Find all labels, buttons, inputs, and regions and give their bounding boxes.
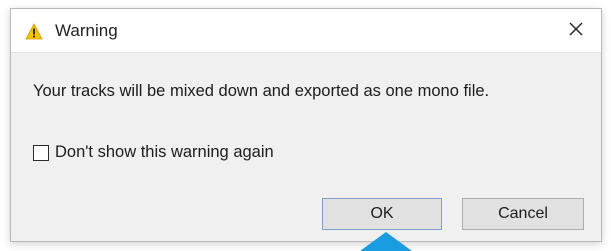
dont-show-again-label[interactable]: Don't show this warning again (55, 143, 274, 162)
screenshot-canvas: Warning Your tracks will be mixed down a… (0, 0, 611, 251)
ok-button[interactable]: OK (322, 198, 442, 230)
dialog-title: Warning (55, 21, 118, 40)
dialog-message: Your tracks will be mixed down and expor… (33, 82, 490, 100)
dont-show-again-checkbox[interactable] (33, 144, 49, 161)
pointer-arrow-icon (360, 232, 412, 251)
dialog-titlebar: Warning (11, 9, 601, 53)
cancel-button[interactable]: Cancel (462, 198, 584, 230)
dont-show-again-option[interactable]: Don't show this warning again (33, 143, 274, 162)
warning-triangle-icon (25, 23, 43, 40)
close-button[interactable] (559, 15, 593, 47)
close-icon (569, 22, 583, 41)
warning-dialog: Warning Your tracks will be mixed down a… (10, 8, 602, 242)
